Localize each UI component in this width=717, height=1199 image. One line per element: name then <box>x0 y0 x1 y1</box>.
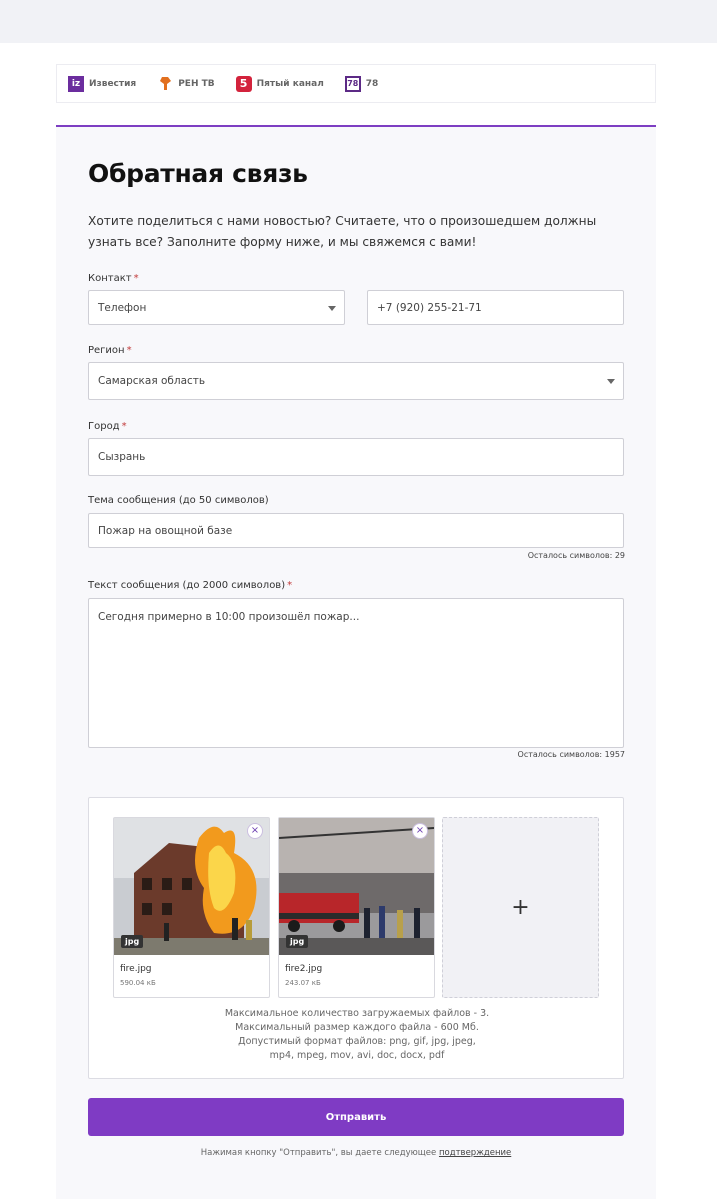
upload-info-line: mp4, mpeg, mov, avi, doc, docx, pdf <box>269 1050 445 1061</box>
phone-value: +7 (920) 255-21-71 <box>377 301 482 314</box>
brand-name: Известия <box>89 78 137 89</box>
brand-78[interactable]: 78 78 <box>344 75 379 92</box>
chevron-down-icon <box>607 379 615 384</box>
file-name: fire2.jpg <box>285 964 323 974</box>
subject-counter: Осталось символов: 29 <box>527 551 625 560</box>
form-intro: Хотите поделиться с нами новостью? Счита… <box>88 214 597 249</box>
brands-bar: iz Известия РЕН ТВ 5 Пятый канал 78 78 <box>56 64 656 103</box>
channel-5-logo-icon: 5 <box>235 75 252 92</box>
message-counter: Осталось символов: 1957 <box>517 750 625 759</box>
upload-info: Максимальное количество загружаемых файл… <box>209 1007 505 1063</box>
brand-5-channel[interactable]: 5 Пятый канал <box>235 75 324 92</box>
file-type-badge: jpg <box>286 935 309 948</box>
ren-tv-logo-icon <box>157 76 173 92</box>
add-file-button[interactable]: + <box>442 817 599 998</box>
close-icon[interactable]: × <box>412 823 428 839</box>
city-input[interactable]: Сызрань <box>88 438 624 476</box>
subject-label: Тема сообщения (до 50 символов) <box>88 495 269 506</box>
brand-name: РЕН ТВ <box>178 78 215 89</box>
consent-label: Нажимая кнопку "Отправить", вы даете сле… <box>200 1148 437 1158</box>
top-bar <box>0 0 717 43</box>
consent-link[interactable]: подтверждение <box>439 1148 511 1158</box>
file-upload-area: jpg × fire.jpg 590.04 кБ jpg × fire2.jpg… <box>88 797 624 1079</box>
city-label: Город * <box>88 421 127 432</box>
page-title: Обратная связь <box>88 159 308 188</box>
upload-info-line: Максимальное количество загружаемых файл… <box>224 1008 490 1019</box>
upload-info-line: Максимальный размер каждого файла - 600 … <box>235 1022 479 1033</box>
file-thumb: jpg × fire.jpg 590.04 кБ <box>113 817 270 998</box>
close-icon[interactable]: × <box>247 823 263 839</box>
message-textarea[interactable]: Сегодня примерно в 10:00 произошёл пожар… <box>88 598 624 748</box>
brand-izvestia[interactable]: iz Известия <box>68 75 137 92</box>
feedback-form: Обратная связь Хотите поделиться с нами … <box>56 125 656 1199</box>
region-value: Самарская область <box>98 375 206 387</box>
submit-button[interactable]: Отправить <box>88 1098 624 1136</box>
contact-label: Контакт * <box>88 273 139 284</box>
consent-text: Нажимая кнопку "Отправить", вы даете сле… <box>88 1148 624 1158</box>
izvestia-logo-icon: iz <box>68 75 84 92</box>
contact-type-select[interactable]: Телефон <box>88 290 345 325</box>
chevron-down-icon <box>328 305 336 311</box>
upload-info-line: Допустимый формат файлов: png, gif, jpg,… <box>238 1036 476 1047</box>
region-select[interactable]: Самарская область <box>88 362 624 400</box>
brand-name: Пятый канал <box>256 78 324 89</box>
brand-ren-tv[interactable]: РЕН ТВ <box>157 76 215 92</box>
city-value: Сызрань <box>98 451 146 463</box>
brand-name: 78 <box>365 78 379 89</box>
file-thumb: jpg × fire2.jpg 243.07 кБ <box>278 817 435 998</box>
contact-type-value: Телефон <box>98 301 147 314</box>
file-type-badge: jpg <box>121 935 144 948</box>
file-size: 590.04 кБ <box>120 979 156 987</box>
region-label: Регион * <box>88 345 132 356</box>
channel-78-logo-icon: 78 <box>344 75 361 92</box>
message-value: Сегодня примерно в 10:00 произошёл пожар… <box>98 611 360 623</box>
phone-input[interactable]: +7 (920) 255-21-71 <box>367 290 624 325</box>
file-size: 243.07 кБ <box>285 979 321 987</box>
message-label: Текст сообщения (до 2000 символов) * <box>88 580 293 591</box>
subject-value: Пожар на овощной базе <box>98 524 233 537</box>
subject-input[interactable]: Пожар на овощной базе <box>88 513 624 548</box>
file-name: fire.jpg <box>120 964 152 974</box>
